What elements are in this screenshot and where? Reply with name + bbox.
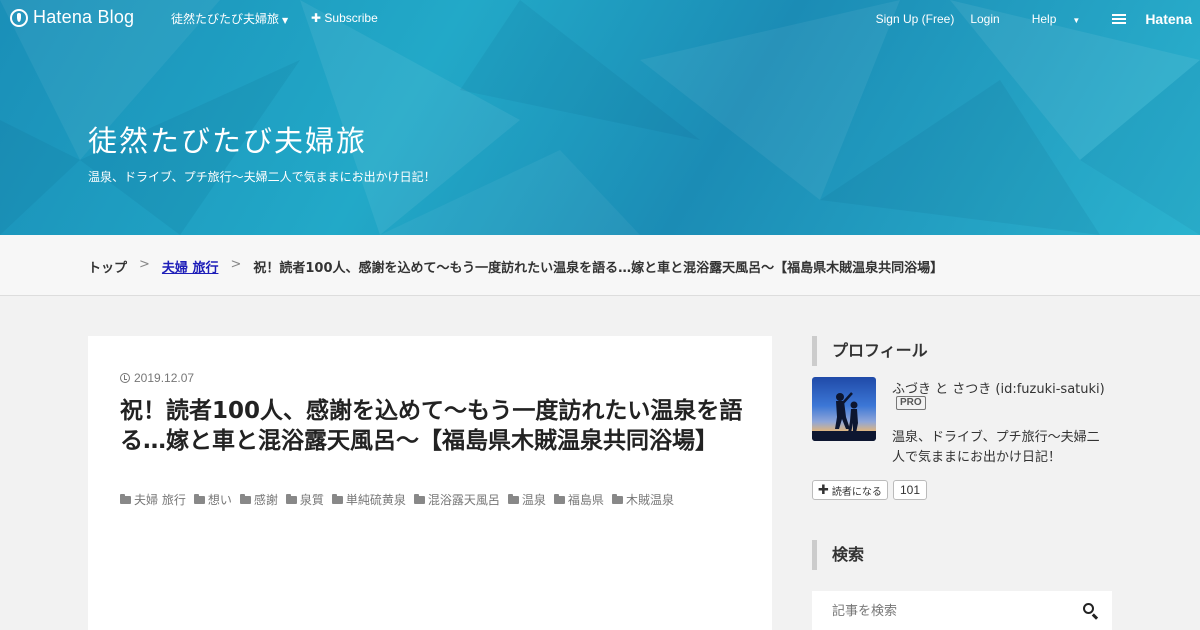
category-label: 単純硫黄泉 [345,493,406,507]
search-input[interactable] [812,591,1072,630]
avatar-silhouette [812,392,876,441]
pro-badge: PRO [896,396,926,410]
category-label: 感謝 [253,493,278,507]
search-icon[interactable] [1082,602,1100,620]
category-label: 木賊温泉 [625,493,674,507]
blog-menu[interactable]: 徒然たびたび夫婦旅 ▼ [171,10,288,27]
category-label: 想い [207,493,232,507]
category-link[interactable]: 想い [193,491,232,508]
breadcrumb-separator: > [230,257,242,272]
category-link[interactable]: 混浴露天風呂 [413,491,500,508]
category-label: 福島県 [567,493,604,507]
avatar[interactable] [812,377,876,441]
hatena-blog-logo[interactable]: Hatena Blog [10,7,134,28]
profile-name[interactable]: ふづき と さつき (id:fuzuki-satuki) [892,378,1105,397]
global-nav: Hatena Blog 徒然たびたび夫婦旅 ▼ ✚ Subscribe Sign … [0,0,1200,36]
hatena-brand-label: Hatena [1145,11,1192,27]
breadcrumb: トップ > 夫婦 旅行 > 祝！読者100人、感謝を込めて～もう一度訪れたい温泉… [0,235,1200,296]
folder-icon [193,493,205,504]
folder-icon [507,493,519,504]
folder-icon [239,493,251,504]
category-label: 夫婦 旅行 [134,493,186,507]
folder-icon [120,493,131,504]
plus-icon: ✚ [818,482,829,498]
search-box [812,591,1112,630]
blog-description: 温泉、ドライブ、プチ旅行～夫婦二人で気ままにお出かけ日記！ [88,170,436,184]
entry-date-label: 2019.12.07 [134,371,195,385]
account-nav: Sign Up (Free) Login Help ▼ Hatena [860,11,1192,27]
clock-icon [120,373,130,383]
category-link[interactable]: 感謝 [239,491,278,508]
help-label: Help [1031,12,1057,26]
category-link[interactable]: 木賊温泉 [611,491,674,508]
profile-heading: プロフィール [812,336,1112,366]
entry-article: 2019.12.07 祝！読者100人、感謝を込めて～もう一度訪れたい温泉を語る… [88,336,772,630]
subscribe-reader-button[interactable]: ✚ 読者になる [812,480,888,500]
folder-icon [553,493,565,504]
breadcrumb-current: 祝！読者100人、感謝を込めて～もう一度訪れたい温泉を語る…嫁と車と混浴露天風呂… [253,261,944,276]
category-link[interactable]: 夫婦 旅行 [120,491,186,508]
caret-down-icon: ▼ [1072,16,1081,25]
hatena-brand-link[interactable]: Hatena [1096,11,1192,27]
subscribe-label: Subscribe [324,11,378,25]
reader-count: 101 [893,480,928,500]
reader-button-label: 読者になる [831,486,882,498]
search-heading: 検索 [812,540,1112,570]
breadcrumb-top[interactable]: トップ [88,257,127,276]
category-link[interactable]: 福島県 [553,491,604,508]
hatena-logo-icon [1112,12,1127,26]
category-label: 混浴露天風呂 [427,493,500,507]
logo-text: Hatena Blog [33,7,135,27]
entry-title[interactable]: 祝！読者100人、感謝を込めて～もう一度訪れたい温泉を語る…嫁と車と混浴露天風呂… [120,396,750,456]
category-link[interactable]: 泉質 [285,491,324,508]
hatena-blog-logo-icon [10,8,28,27]
category-link[interactable]: 単純硫黄泉 [331,491,406,508]
blog-title[interactable]: 徒然たびたび夫婦旅 [88,118,367,160]
blog-menu-label: 徒然たびたび夫婦旅 [171,12,280,26]
folder-icon [413,493,425,504]
category-label: 温泉 [521,493,546,507]
breadcrumb-separator: > [139,257,150,272]
category-label: 泉質 [299,493,324,507]
plus-icon: ✚ [311,11,322,25]
entry-categories: 夫婦 旅行 想い 感謝 泉質 単純硫黄泉 混浴露天風呂 温泉 福島県 木賊温泉 [120,491,760,508]
subscribe-button[interactable]: ✚ Subscribe [311,11,378,25]
profile-description: 温泉、ドライブ、プチ旅行～夫婦二人で気ままにお出かけ日記！ [892,430,1100,465]
folder-icon [611,493,623,504]
signup-link[interactable]: Sign Up (Free) [876,12,955,26]
login-link[interactable]: Login [970,12,999,26]
caret-down-icon: ▼ [282,16,289,25]
entry-date[interactable]: 2019.12.07 [120,371,194,385]
folder-icon [331,493,343,504]
category-link[interactable]: 温泉 [507,491,546,508]
breadcrumb-category[interactable]: 夫婦 旅行 [162,257,219,276]
help-menu[interactable]: Help ▼ [1016,12,1081,26]
folder-icon [285,493,297,504]
